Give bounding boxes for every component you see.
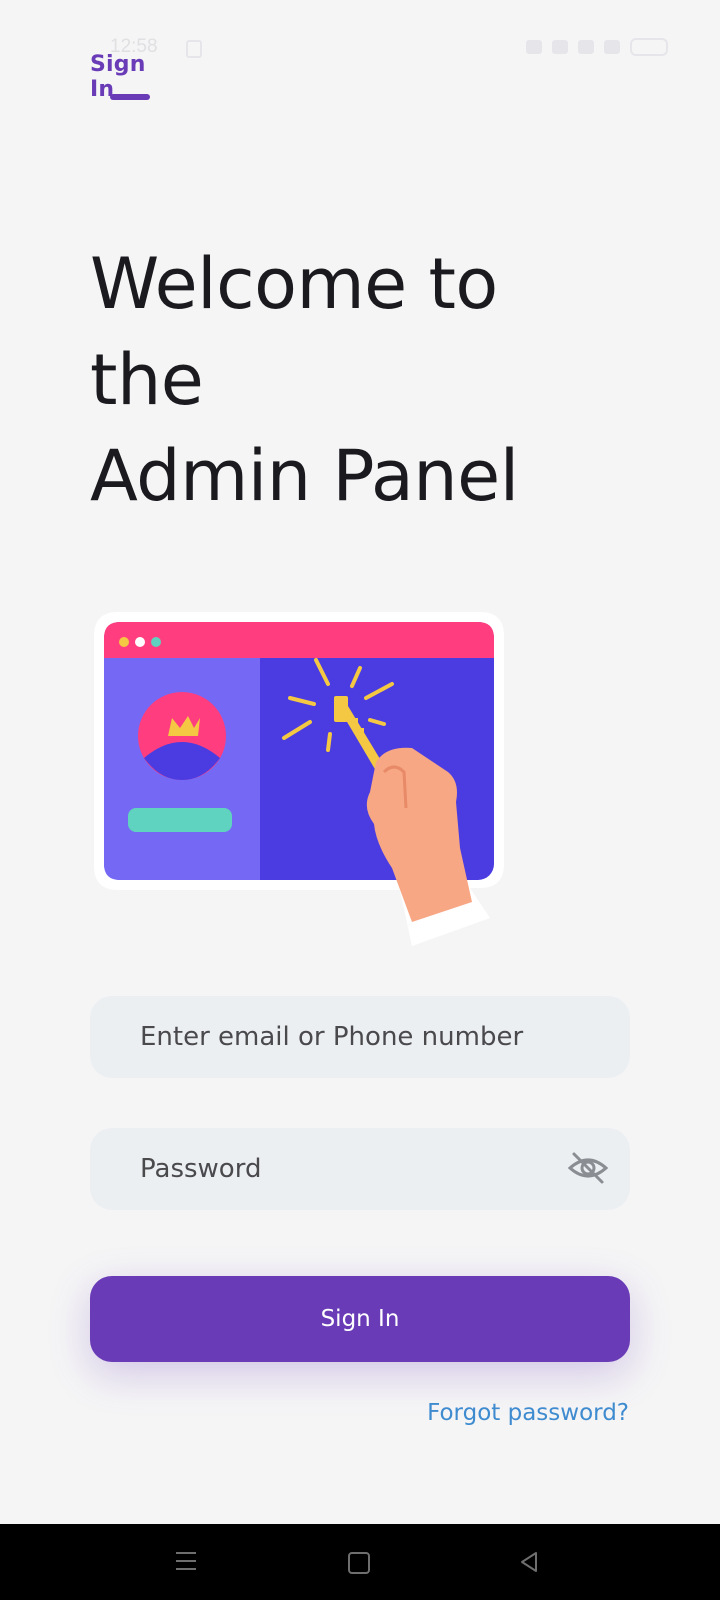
- back-icon[interactable]: [518, 1550, 540, 1574]
- welcome-line-2: the: [90, 339, 204, 421]
- tab-sign-in[interactable]: Sign In: [90, 52, 174, 102]
- alarm-icon: [526, 40, 542, 54]
- wifi-icon: [552, 40, 568, 54]
- signal-icon: [604, 40, 620, 54]
- password-field-wrapper: [90, 1128, 630, 1210]
- email-field[interactable]: [140, 996, 540, 1078]
- welcome-line-3: Admin Panel: [90, 435, 519, 517]
- welcome-line-1: Welcome to: [90, 243, 498, 325]
- eye-off-icon[interactable]: [567, 1150, 609, 1186]
- status-icons: [526, 38, 668, 56]
- home-icon[interactable]: [348, 1552, 370, 1574]
- sign-in-button[interactable]: Sign In: [90, 1276, 630, 1362]
- notification-icon: [186, 40, 202, 58]
- system-nav-bar: [0, 1524, 720, 1600]
- password-field[interactable]: [140, 1128, 540, 1210]
- signal-icon: [578, 40, 594, 54]
- admin-illustration: [94, 612, 514, 952]
- tab-indicator: [110, 94, 150, 100]
- battery-icon: [630, 38, 668, 56]
- email-field-wrapper: [90, 996, 630, 1078]
- welcome-heading: Welcome to the Admin Panel: [90, 236, 650, 524]
- forgot-password-link[interactable]: Forgot password?: [427, 1400, 629, 1426]
- menu-icon[interactable]: [176, 1552, 196, 1572]
